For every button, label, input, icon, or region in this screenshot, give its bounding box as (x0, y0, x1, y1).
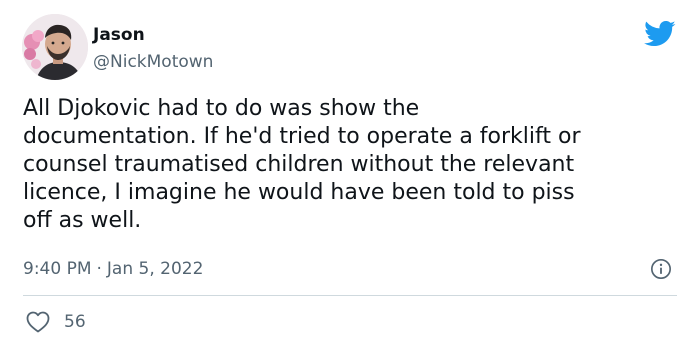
author-block: Jason @NickMotown (93, 24, 213, 73)
tweet-text: All Djokovic had to do was show the docu… (23, 96, 581, 233)
info-icon[interactable] (650, 258, 672, 280)
timestamp-separator: · (96, 259, 102, 279)
tweet-time: 9:40 PM (23, 259, 92, 279)
user-handle[interactable]: @NickMotown (93, 51, 213, 73)
tweet-date: Jan 5, 2022 (106, 259, 204, 279)
display-name[interactable]: Jason (93, 24, 213, 46)
heart-icon (26, 311, 50, 333)
avatar[interactable] (22, 14, 88, 80)
tweet-card: Jason @NickMotown All Djokovic had to do… (0, 0, 700, 349)
like-count: 56 (64, 312, 86, 332)
timestamp[interactable]: 9:40 PM · Jan 5, 2022 (23, 258, 203, 280)
like-button[interactable]: 56 (26, 311, 86, 333)
divider (23, 295, 677, 296)
twitter-bird-icon[interactable] (644, 20, 676, 48)
profile-photo-icon (22, 14, 88, 80)
